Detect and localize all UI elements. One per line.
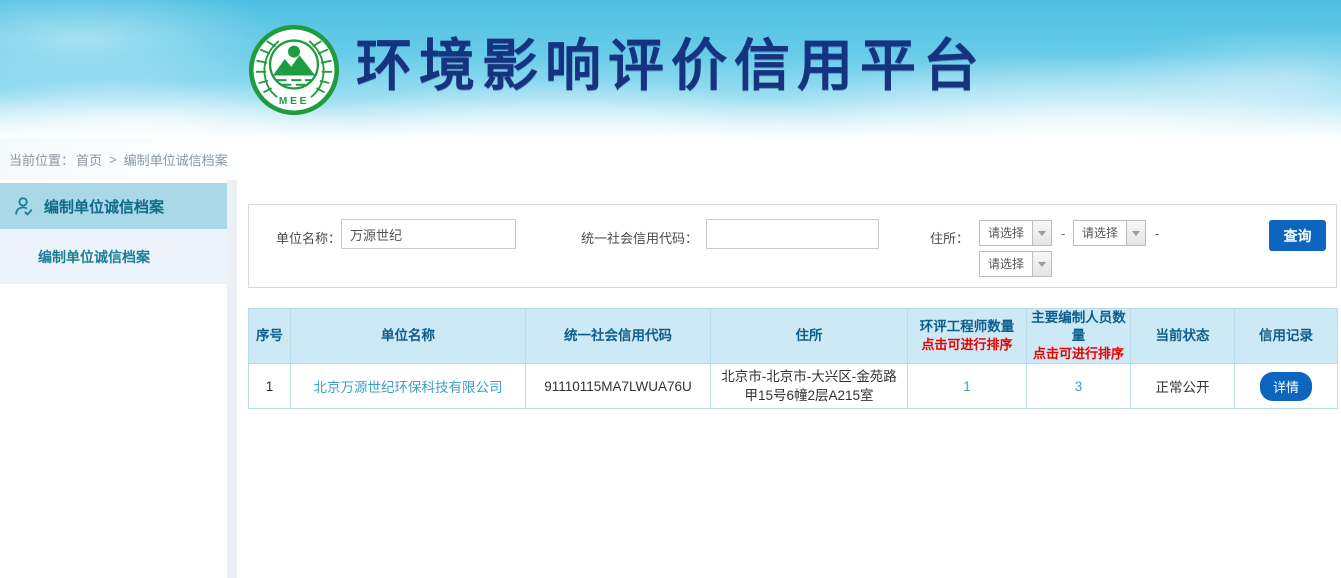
- col-staff-count-label: 主要编制人员数量: [1031, 310, 1126, 343]
- col-credit-record: 信用记录: [1235, 309, 1338, 364]
- sort-hint: 点击可进行排序: [908, 336, 1026, 354]
- chevron-down-icon: [1032, 221, 1051, 245]
- city-select-value: 请选择: [1074, 221, 1126, 245]
- address-dash-1: -: [1061, 226, 1065, 241]
- query-button[interactable]: 查询: [1269, 220, 1326, 251]
- credit-code-value: 91110115MA7LWUA76U: [526, 364, 711, 409]
- detail-button[interactable]: 详情: [1260, 372, 1312, 401]
- breadcrumb: 当前位置： 首页 > 编制单位诚信档案: [0, 138, 1341, 180]
- col-address: 住所: [711, 309, 908, 364]
- address-label: 住所：: [921, 228, 969, 247]
- sort-hint: 点击可进行排序: [1027, 345, 1130, 363]
- chevron-down-icon: [1032, 252, 1051, 276]
- sidebar-subitem-unit-credit-archive[interactable]: 编制单位诚信档案: [0, 229, 227, 284]
- mee-logo-icon: MEE: [248, 24, 340, 116]
- table-row: 1 北京万源世纪环保科技有限公司 91110115MA7LWUA76U 北京市-…: [249, 364, 1338, 409]
- address-value: 北京市-北京市-大兴区-金苑路甲15号6幢2层A215室: [711, 364, 908, 409]
- chevron-down-icon: [1126, 221, 1145, 245]
- company-link[interactable]: 北京万源世纪环保科技有限公司: [314, 380, 503, 395]
- engineer-count-link[interactable]: 1: [963, 379, 971, 394]
- breadcrumb-home-link[interactable]: 首页: [76, 150, 102, 169]
- breadcrumb-separator: >: [109, 152, 117, 167]
- breadcrumb-current: 编制单位诚信档案: [124, 150, 228, 169]
- sidebar-subitem-label: 编制单位诚信档案: [38, 247, 150, 267]
- unit-name-input[interactable]: [341, 219, 516, 249]
- sidebar: 编制单位诚信档案 编制单位诚信档案: [0, 180, 227, 578]
- district-select[interactable]: 请选择: [979, 251, 1052, 277]
- staff-count-link[interactable]: 3: [1075, 379, 1083, 394]
- col-index: 序号: [249, 309, 291, 364]
- mee-logo-text: MEE: [279, 96, 309, 107]
- col-company: 单位名称: [291, 309, 526, 364]
- user-check-icon: [13, 195, 35, 217]
- address-dash-2: -: [1155, 226, 1159, 241]
- col-engineer-count-sort[interactable]: 环评工程师数量 点击可进行排序: [908, 309, 1027, 364]
- site-header: MEE 环境影响评价信用平台: [0, 0, 1341, 138]
- sidebar-divider: [227, 180, 237, 578]
- col-engineer-count-label: 环评工程师数量: [920, 319, 1015, 334]
- col-credit-code: 统一社会信用代码: [526, 309, 711, 364]
- credit-code-label: 统一社会信用代码：: [579, 228, 698, 247]
- status-value: 正常公开: [1131, 364, 1235, 409]
- col-staff-count-sort[interactable]: 主要编制人员数量 点击可进行排序: [1027, 309, 1131, 364]
- district-select-value: 请选择: [980, 252, 1032, 276]
- province-select-value: 请选择: [980, 221, 1032, 245]
- site-title: 环境影响评价信用平台: [356, 38, 986, 100]
- province-select[interactable]: 请选择: [979, 220, 1052, 246]
- credit-code-input[interactable]: [706, 219, 879, 249]
- col-status: 当前状态: [1131, 309, 1235, 364]
- main-content: 单位名称： 统一社会信用代码： 住所： 请选择 - 请选择 - 请选择 查询: [237, 180, 1341, 578]
- unit-name-label: 单位名称：: [263, 228, 341, 247]
- city-select[interactable]: 请选择: [1073, 220, 1146, 246]
- sidebar-item-unit-credit-archive[interactable]: 编制单位诚信档案: [0, 183, 227, 229]
- results-table: 序号 单位名称 统一社会信用代码 住所 环评工程师数量 点击可进行排序 主要编制…: [248, 308, 1338, 409]
- table-header-row: 序号 单位名称 统一社会信用代码 住所 环评工程师数量 点击可进行排序 主要编制…: [249, 309, 1338, 364]
- page-body: 编制单位诚信档案 编制单位诚信档案 单位名称： 统一社会信用代码： 住所： 请选…: [0, 180, 1341, 578]
- sidebar-item-label: 编制单位诚信档案: [44, 196, 164, 217]
- breadcrumb-label: 当前位置：: [9, 150, 74, 169]
- search-form: 单位名称： 统一社会信用代码： 住所： 请选择 - 请选择 - 请选择 查询: [248, 204, 1337, 288]
- brand: MEE 环境影响评价信用平台: [0, 22, 986, 116]
- row-index: 1: [249, 364, 291, 409]
